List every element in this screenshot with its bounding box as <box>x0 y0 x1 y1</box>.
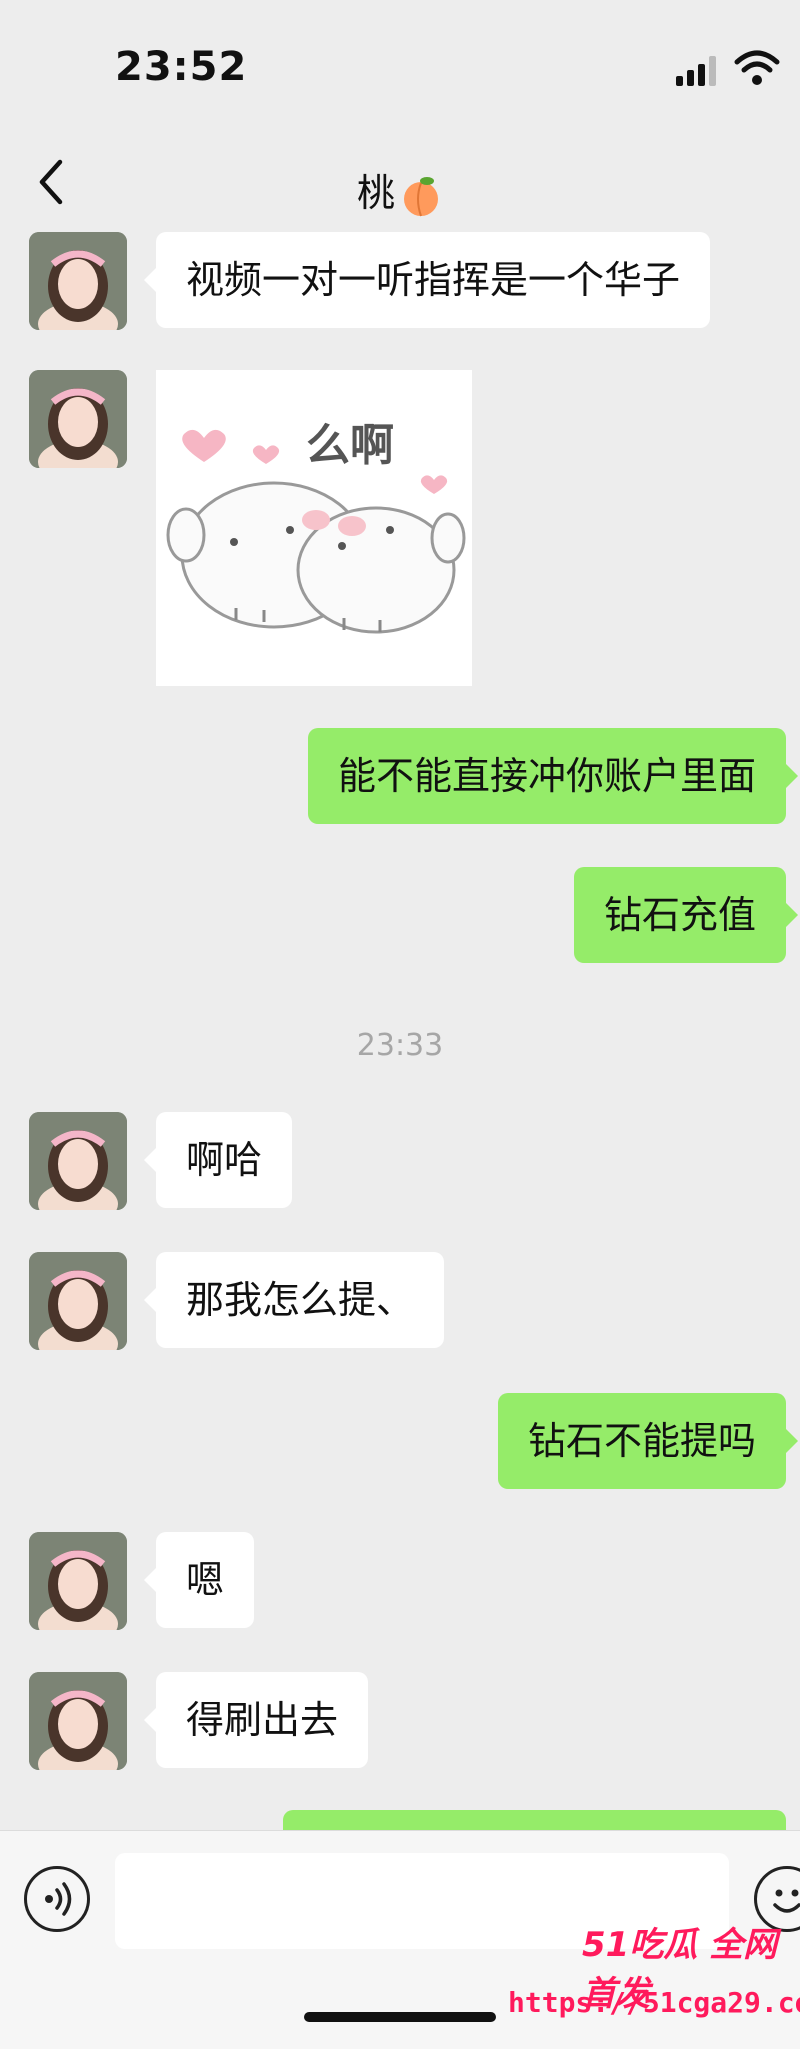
voice-icon[interactable] <box>24 1866 90 1932</box>
message-row: 啊哈 <box>0 1112 800 1210</box>
sticker-caption: 么啊 <box>306 420 394 471</box>
message-row: 那我怎么提、 <box>0 1252 800 1350</box>
avatar[interactable] <box>29 1112 127 1210</box>
watermark-url: https://51cga29.com <box>508 1986 800 2019</box>
avatar[interactable] <box>29 232 127 330</box>
sticker-image[interactable]: 么啊 <box>156 370 472 686</box>
message-bubble[interactable]: 得刷出去 <box>143 1672 369 1768</box>
status-time: 23:52 <box>115 44 248 90</box>
message-bubble[interactable]: 那我怎么提、 <box>143 1252 445 1348</box>
avatar[interactable] <box>29 1672 127 1770</box>
timestamp: 23:33 <box>356 1028 444 1063</box>
avatar[interactable] <box>29 370 127 468</box>
message-row: 钻石不能提吗 <box>0 1393 800 1491</box>
avatar[interactable] <box>29 1532 127 1630</box>
avatar[interactable] <box>29 1252 127 1350</box>
chat-header: 桃 <box>0 130 800 240</box>
status-bar: 23:52 <box>0 0 800 130</box>
message-bubble[interactable]: 钻石充值 <box>573 867 799 963</box>
signal-icon <box>676 56 720 86</box>
message-row: 得刷出去 <box>0 1672 800 1770</box>
message-row: 能不能直接冲你账户里面 <box>0 728 800 826</box>
chat-title: 桃 <box>0 162 800 218</box>
message-bubble[interactable]: 视频一对一听指挥是一个华子 <box>143 232 711 328</box>
home-indicator <box>304 2012 496 2022</box>
message-row: 钻石充值 <box>0 867 800 965</box>
message-bubble[interactable]: 嗯 <box>143 1532 255 1628</box>
message-row: 嗯 <box>0 1532 800 1630</box>
message-bubble[interactable]: 能不能直接冲你账户里面 <box>307 728 799 824</box>
peach-icon <box>404 176 438 216</box>
message-bubble[interactable]: 啊哈 <box>143 1112 293 1208</box>
wifi-icon <box>734 50 780 85</box>
message-row: 视频一对一听指挥是一个华子 <box>0 232 800 330</box>
contact-name: 桃 <box>356 171 395 215</box>
message-bubble[interactable]: 钻石不能提吗 <box>497 1393 799 1489</box>
